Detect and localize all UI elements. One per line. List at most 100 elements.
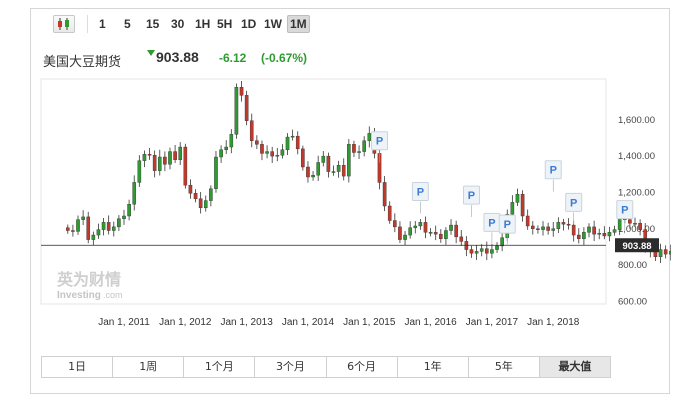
event-marker-label: P — [570, 197, 577, 209]
candle-body — [398, 226, 402, 240]
candle-body — [81, 216, 85, 220]
candle-body — [576, 234, 581, 239]
event-marker-label: P — [621, 205, 628, 217]
candle-body — [101, 222, 106, 230]
price-chart[interactable]: 英为财情Investing .com 1,600.00 1,400.00 1,200.0… — [31, 9, 671, 349]
x-tick-label: Jan 1, 2018 — [527, 317, 580, 328]
candle-body — [423, 222, 428, 233]
candle-body — [403, 234, 407, 240]
x-tick-label: Jan 1, 2016 — [404, 317, 457, 328]
candle-body — [597, 233, 602, 235]
event-marker-label: P — [488, 217, 495, 229]
candle-body — [193, 193, 198, 199]
watermark-domain: .com — [103, 290, 123, 300]
candle-body — [347, 144, 351, 177]
x-tick-label: Jan 1, 2011 — [98, 317, 150, 328]
candle-body — [117, 218, 121, 228]
candle-body — [71, 230, 75, 232]
candle-body — [147, 154, 152, 156]
candle-body — [157, 156, 162, 171]
candle-body — [352, 144, 356, 153]
range-5y[interactable]: 5年 — [469, 357, 540, 377]
candle-body — [587, 226, 591, 233]
candle-body — [500, 237, 504, 247]
candle-body — [290, 135, 295, 138]
candle-body — [495, 245, 499, 250]
candle-body — [301, 148, 305, 168]
candle-body — [321, 155, 326, 163]
candle-body — [510, 202, 515, 215]
candle-body — [239, 86, 244, 96]
candle-body — [617, 218, 622, 230]
event-marker-label: P — [376, 136, 383, 148]
event-marker-label: P — [468, 190, 475, 202]
y-tick-label: 600.00 — [618, 296, 647, 307]
y-tick-label: 1,000.00 — [618, 224, 655, 235]
event-marker-label: P — [550, 165, 557, 177]
candle-body — [582, 232, 586, 239]
chart-widget: 1 5 15 30 1H 5H 1D 1W 1M 美国大豆期货 903.88 -… — [30, 8, 671, 394]
candle-body — [612, 229, 617, 233]
candle-body — [306, 166, 310, 178]
candle-body — [393, 220, 397, 228]
candle-body — [137, 160, 142, 183]
candle-body — [454, 224, 458, 238]
candle-body — [413, 225, 418, 228]
candle-body — [546, 226, 550, 231]
candle-body — [433, 232, 438, 235]
candle-body — [556, 222, 561, 229]
watermark-logo: 英为财情 — [56, 270, 121, 289]
candle-body — [408, 227, 412, 236]
candle-body — [382, 182, 387, 207]
candle-body — [260, 144, 264, 154]
candle-body — [86, 216, 91, 240]
candle-body — [152, 155, 157, 171]
event-marker-label: P — [417, 187, 424, 199]
candle-body — [173, 151, 177, 160]
range-selector: 1日 1周 1个月 3个月 6个月 1年 5年 最大值 — [41, 356, 611, 378]
x-tick-label: Jan 1, 2017 — [466, 317, 519, 328]
candle-body — [331, 171, 336, 173]
candle-body — [357, 151, 361, 153]
y-tick-label: 1,200.00 — [618, 188, 655, 199]
candle-body — [270, 151, 274, 157]
candle-body — [91, 234, 96, 240]
candle-body — [362, 140, 366, 152]
candle-body — [295, 135, 300, 150]
candle-body — [122, 215, 126, 219]
candle-body — [520, 194, 525, 217]
candle-body — [127, 204, 131, 217]
candle-body — [592, 226, 596, 235]
range-1d[interactable]: 1日 — [42, 357, 114, 377]
candle-body — [663, 249, 668, 255]
candle-body — [469, 249, 474, 254]
candle-body — [418, 222, 423, 227]
range-1m[interactable]: 1个月 — [184, 357, 256, 377]
candle-body — [178, 146, 183, 160]
candle-body — [525, 215, 530, 227]
range-3m[interactable]: 3个月 — [255, 357, 327, 377]
candle-body — [265, 151, 269, 154]
candle-body — [255, 140, 259, 145]
range-max[interactable]: 最大值 — [539, 357, 610, 377]
current-price-label: 903.88 — [622, 241, 651, 252]
candle-body — [387, 205, 392, 221]
candle-body — [234, 86, 239, 135]
candle-body — [285, 136, 290, 150]
candle-body — [536, 228, 540, 230]
x-tick-label: Jan 1, 2013 — [221, 317, 274, 328]
y-tick-label: 1,600.00 — [618, 115, 655, 126]
candle-body — [668, 251, 671, 255]
candle-body — [96, 229, 101, 236]
candle-body — [541, 226, 545, 230]
candle-body — [638, 223, 642, 230]
range-1w[interactable]: 1周 — [113, 357, 185, 377]
candle-body — [188, 184, 193, 194]
candle-body — [203, 200, 208, 209]
range-1y[interactable]: 1年 — [398, 357, 469, 377]
range-6m[interactable]: 6个月 — [327, 357, 398, 377]
candle-body — [183, 146, 188, 186]
y-tick-label: 800.00 — [618, 260, 647, 271]
event-marker-label: P — [504, 219, 511, 231]
candle-body — [163, 156, 167, 165]
